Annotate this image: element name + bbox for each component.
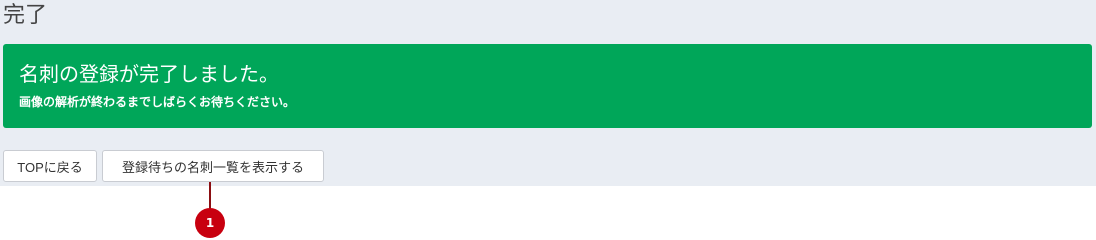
- back-to-top-button[interactable]: TOPに戻る: [3, 150, 97, 182]
- page-title: 完了: [3, 3, 48, 28]
- alert-message: 画像の解析が終わるまでしばらくお待ちください。: [19, 95, 296, 109]
- alert-title: 名刺の登録が完了しました。: [19, 62, 279, 86]
- page-area: 完了 名刺の登録が完了しました。 画像の解析が終わるまでしばらくお待ちください。…: [0, 0, 1096, 186]
- success-alert: 名刺の登録が完了しました。 画像の解析が終わるまでしばらくお待ちください。: [3, 44, 1092, 128]
- callout-pointer-line: [209, 182, 211, 209]
- callout-number-badge: 1: [195, 208, 225, 238]
- pending-cards-list-button[interactable]: 登録待ちの名刺一覧を表示する: [102, 150, 324, 182]
